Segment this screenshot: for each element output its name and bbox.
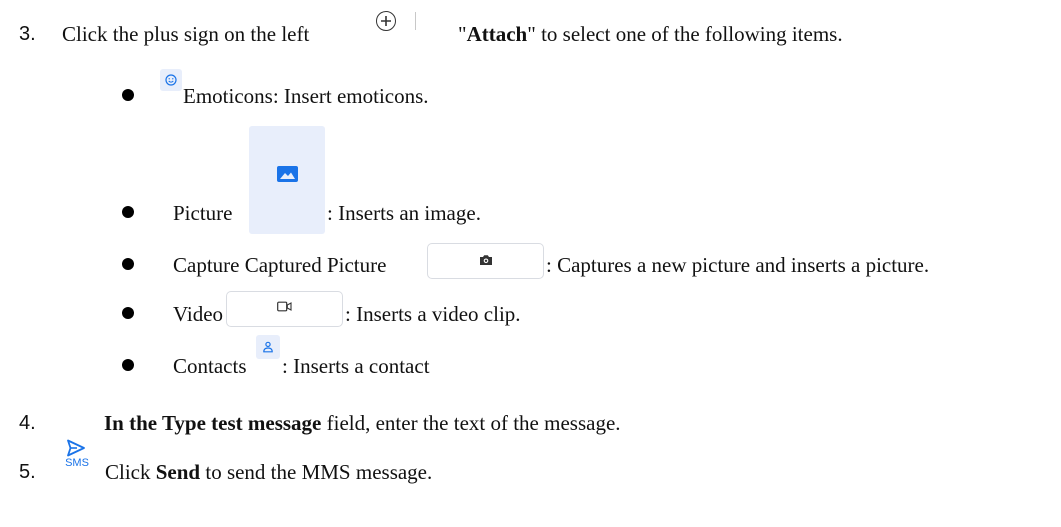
send-sms-icon: SMS [60, 439, 94, 473]
picture-icon-tile [249, 126, 325, 234]
item-capture-label: Capture Captured Picture [173, 253, 387, 277]
step-4-text: In the Type test message field, enter th… [104, 410, 621, 436]
smiley-icon [165, 74, 177, 86]
step-4-bold: In the Type test message [104, 411, 322, 435]
bullet [122, 258, 134, 270]
emoticon-icon-tile [160, 69, 182, 91]
attach-plus-icon [376, 11, 396, 31]
step-5-bold: Send [155, 460, 201, 484]
attach-separator [415, 12, 416, 30]
step-3-text-after: to select one of the following items. [535, 22, 843, 46]
step-5-text: Click Send to send the MMS message. [105, 459, 432, 485]
step-3-text-before: Click the plus sign on the left [62, 22, 310, 46]
step-number-3: 3. [19, 23, 36, 45]
image-icon [277, 166, 298, 182]
video-camera-icon [277, 301, 292, 312]
step-3-attach-text: "Attach" to select one of the following … [458, 21, 843, 47]
bullet [122, 359, 134, 371]
camera-button-tile [427, 243, 544, 279]
step-number-4: 4. [19, 412, 36, 434]
item-contacts-label: Contacts [173, 354, 247, 378]
video-button-tile [226, 291, 343, 327]
contact-icon-tile [256, 335, 280, 359]
step-4-rest: field, enter the text of the message. [321, 411, 621, 435]
step-3-text: Click the plus sign on the left [62, 21, 309, 47]
item-contacts-desc: : Inserts a contact [282, 354, 430, 378]
item-capture-desc: : Captures a new picture and inserts a p… [546, 253, 930, 277]
step-5-after: to send the MMS message. [200, 460, 433, 484]
attach-label: Attach [466, 22, 528, 46]
camera-icon [479, 255, 492, 265]
sms-icon-label: SMS [65, 457, 89, 469]
person-icon [263, 341, 273, 353]
send-icon [67, 439, 85, 457]
attach-quote-open: " [458, 22, 467, 46]
item-video-label: Video [173, 302, 224, 326]
bullet [122, 206, 134, 218]
step-number-5: 5. [19, 461, 36, 483]
item-picture-desc: : Inserts an image. [327, 201, 481, 225]
item-video-desc: : Inserts a video clip. [345, 302, 521, 326]
item-emoticons-label: Emoticons: Insert emoticons. [183, 84, 429, 108]
bullet [122, 89, 134, 101]
bullet [122, 307, 134, 319]
step-5-before: Click [105, 460, 156, 484]
item-picture-label: Picture [173, 201, 233, 225]
attach-quote-close: " [527, 22, 536, 46]
